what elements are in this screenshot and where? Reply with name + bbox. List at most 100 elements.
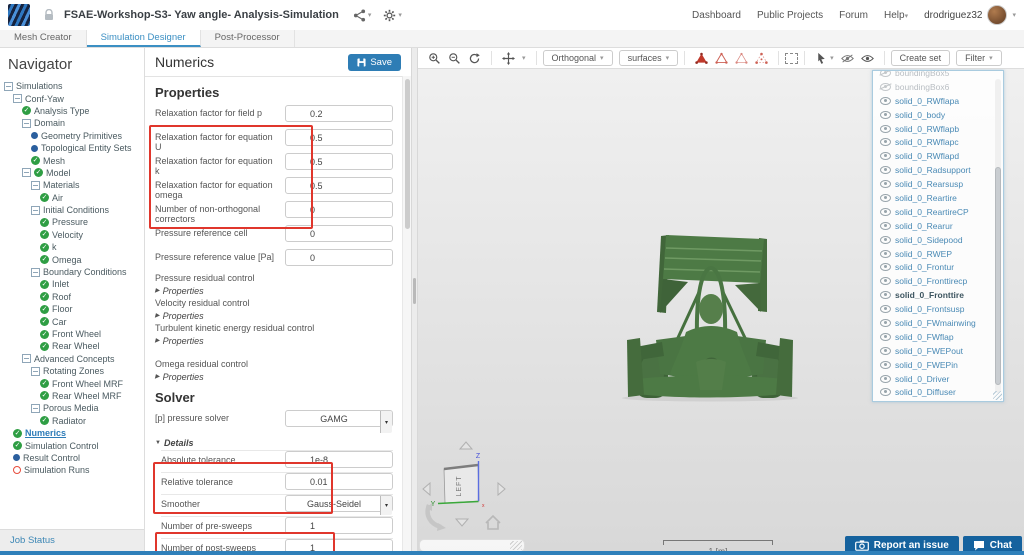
tree-item[interactable]: Geometry Primitives [0,130,144,142]
solid-item[interactable]: solid_0_FWEPin [880,358,1003,372]
field-input[interactable] [285,517,393,534]
visibility-eye-icon[interactable] [880,388,891,397]
avatar[interactable] [987,5,1008,25]
details-toggle[interactable]: ▼ Details [155,436,393,450]
visibility-eye-icon[interactable] [880,71,891,77]
visibility-eye-icon[interactable] [880,318,891,327]
mesh-solid-icon[interactable] [695,52,708,65]
field-input[interactable] [285,129,393,146]
user-menu[interactable]: drodriguez32 ▾ [924,5,1016,25]
top-nav-link[interactable]: Public Projects [757,10,823,21]
solid-item[interactable]: solid_0_Diffuser [880,385,1003,399]
solid-item[interactable]: solid_0_Rearur [880,219,1003,233]
residual-properties-toggle[interactable]: ▶ Properties [155,336,393,346]
select-caret-icon[interactable]: ▾ [380,496,392,515]
tree-item[interactable]: Rear Wheel MRF [0,390,144,402]
tree-item[interactable]: Roof [0,291,144,303]
projection-select[interactable]: Orthogonal ▾ [542,50,613,66]
tree-item[interactable]: Rear Wheel [0,340,144,352]
mesh-points-icon[interactable] [755,52,768,65]
residual-properties-toggle[interactable]: ▶ Properties [155,286,393,296]
hide-icon[interactable] [840,52,854,65]
solid-item[interactable]: solid_0_Fronttire [880,288,1003,302]
tree-item[interactable]: Velocity [0,229,144,241]
solid-item[interactable]: solid_0_Radsupport [880,163,1003,177]
tree-item[interactable]: Omega [0,253,144,265]
visibility-eye-icon[interactable] [880,180,891,189]
tree-item[interactable]: Conf-Yaw [0,92,144,104]
workflow-tab[interactable]: Post-Processor [201,30,295,47]
top-nav-link[interactable]: Help▾ [884,10,908,21]
tree-item[interactable]: Car [0,315,144,327]
scrollbar[interactable] [402,76,411,555]
zoom-out-icon[interactable] [448,52,461,65]
tree-item[interactable]: Front Wheel [0,328,144,340]
visibility-eye-icon[interactable] [880,193,891,202]
visibility-eye-icon[interactable] [880,277,891,286]
tree-item[interactable]: Materials [0,179,144,191]
solid-item[interactable]: solid_0_Reartire [880,191,1003,205]
tree-item[interactable]: Pressure [0,216,144,228]
solid-item[interactable]: solid_0_FWmainwing [880,316,1003,330]
field-input[interactable] [285,105,393,122]
solid-item[interactable]: solid_0_Frontsusp [880,302,1003,316]
tree-item[interactable]: Numerics [0,427,144,439]
visibility-eye-icon[interactable] [880,360,891,369]
scrollbar-thumb[interactable] [405,79,410,229]
visibility-eye-icon[interactable] [880,96,891,105]
tree-item[interactable]: Topological Entity Sets [0,142,144,154]
visibility-eye-icon[interactable] [880,263,891,272]
solid-item[interactable]: solid_0_RWflapd [880,149,1003,163]
tree-item[interactable]: Analysis Type [0,105,144,117]
workflow-tab[interactable]: Simulation Designer [86,30,201,47]
visibility-eye-icon[interactable] [880,374,891,383]
visibility-eye-icon[interactable] [880,291,891,300]
panel-resize-handle[interactable] [411,48,418,555]
tree-item[interactable]: Rotating Zones [0,365,144,377]
app-logo-icon[interactable] [8,4,30,26]
3d-canvas[interactable]: boundingBox5 boundingBox6 solid_0_RWflap… [418,69,1024,555]
tree-item[interactable]: Simulations [0,80,144,92]
solid-item[interactable]: solid_0_Driver [880,372,1003,386]
tree-item[interactable]: Initial Conditions [0,204,144,216]
solid-item[interactable]: solid_0_RWflapa [880,94,1003,108]
tree-item[interactable]: Domain [0,117,144,129]
tree-item[interactable]: Simulation Runs [0,464,144,476]
box-select-icon[interactable] [785,52,799,64]
workflow-tab[interactable]: Mesh Creator [0,30,87,47]
visibility-eye-icon[interactable] [880,221,891,230]
zoom-in-icon[interactable] [428,52,441,65]
refresh-view-icon[interactable] [468,52,481,65]
visibility-eye-icon[interactable] [880,235,891,244]
tree-item[interactable]: Inlet [0,278,144,290]
select-tool[interactable]: ▾ [815,52,834,65]
show-icon[interactable] [860,52,874,65]
tree-item[interactable]: Air [0,192,144,204]
solids-scrollbar[interactable] [995,79,1001,393]
solid-item[interactable]: solid_0_RWflapb [880,122,1003,136]
tree-item[interactable]: Front Wheel MRF [0,377,144,389]
solid-item[interactable]: solid_0_RWflapc [880,135,1003,149]
visibility-eye-icon[interactable] [880,166,891,175]
share-button[interactable]: ▾ [353,8,371,22]
solid-item[interactable]: solid_0_body [880,108,1003,122]
visibility-eye-icon[interactable] [880,346,891,355]
solid-item[interactable]: solid_0_Sidepood [880,233,1003,247]
save-button[interactable]: Save [348,53,401,71]
visibility-eye-icon[interactable] [880,82,891,91]
field-input[interactable] [285,153,393,170]
field-input[interactable] [285,473,393,490]
mesh-outline-icon[interactable] [715,52,728,65]
solid-item[interactable]: solid_0_FWflap [880,330,1003,344]
select-caret-icon[interactable]: ▾ [380,411,392,433]
solid-item[interactable]: solid_0_ReartireCP [880,205,1003,219]
field-input[interactable] [285,225,393,242]
solid-item[interactable]: solid_0_Frontur [880,260,1003,274]
field-input[interactable] [285,249,393,266]
visibility-eye-icon[interactable] [880,152,891,161]
move-tool[interactable]: ▾ [498,51,530,65]
residual-properties-toggle[interactable]: ▶ Properties [155,311,393,321]
solid-item[interactable]: boundingBox5 [880,71,1003,80]
visibility-eye-icon[interactable] [880,124,891,133]
tree-item[interactable]: Result Control [0,452,144,464]
